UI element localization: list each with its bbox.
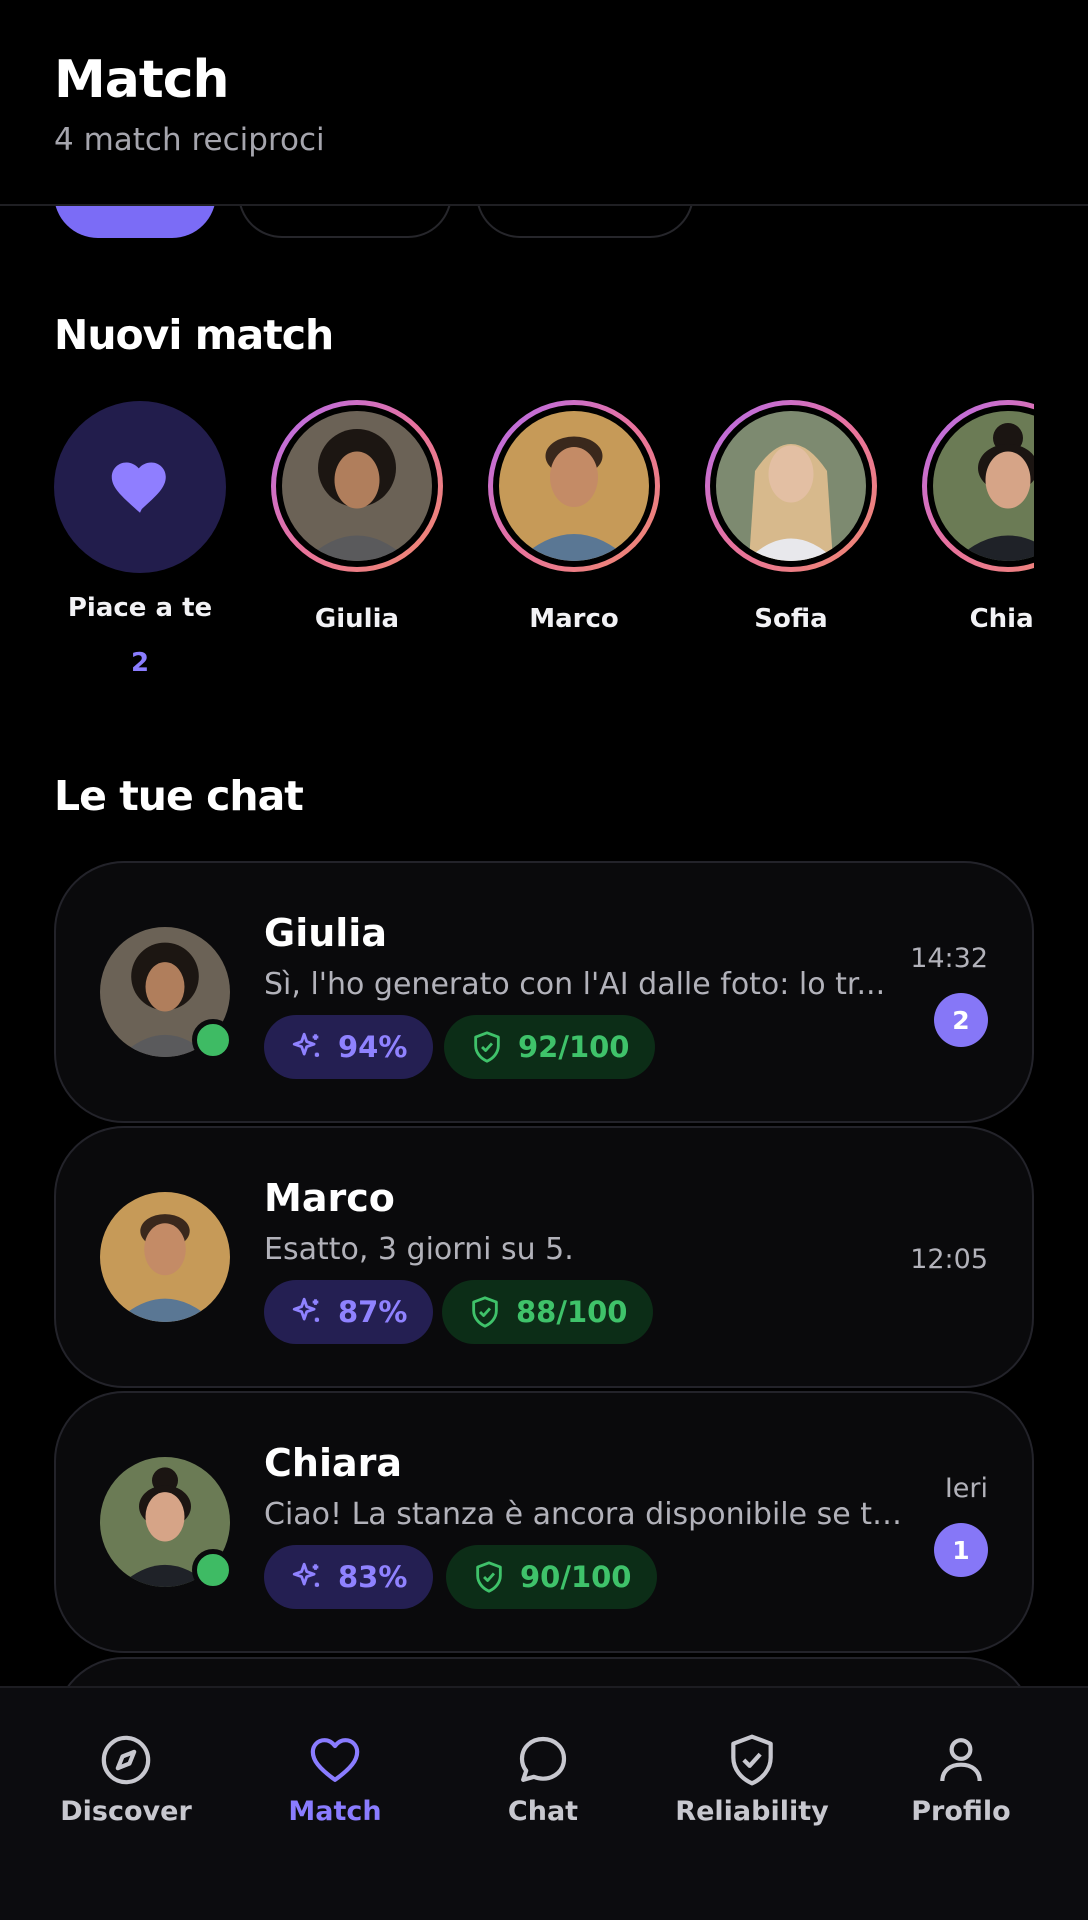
unread-badge: 1 [934,1523,988,1577]
reliability-value: 90/100 [520,1560,632,1594]
chat-time: 14:32 [910,943,988,974]
chat-last-message: Sì, l'ho generato con l'AI dalle foto: l… [264,967,886,1002]
nav-label: Reliability [675,1796,829,1827]
nav-label: Chat [507,1796,579,1827]
nav-profile[interactable]: Profilo [861,1732,1061,1827]
chat-time: Ieri [944,1473,988,1504]
ai-compatibility-value: 83% [338,1560,408,1594]
nav-label: Match [288,1796,382,1827]
sparkle-icon [292,1032,320,1057]
ai-compatibility-chip: 87% [264,1280,434,1344]
new-match-avatar[interactable] [488,400,660,572]
ai-compatibility-value: 94% [338,1030,408,1064]
sparkle-icon [292,1297,320,1322]
chat-last-message: Esatto, 3 giorni su 5. [264,1232,574,1267]
chat-name: Chiara [264,1441,402,1485]
heart-icon [111,462,166,513]
likes-you-label: Piace a te [67,593,213,623]
ai-compatibility-value: 87% [338,1295,408,1329]
reliability-value: 88/100 [516,1295,628,1329]
shield-check-icon [731,1734,773,1786]
chat-name: Giulia [264,911,387,955]
chats-title: Le tue chat [54,772,304,820]
new-match-avatar[interactable] [271,400,443,572]
nav-reliability[interactable]: Reliability [652,1732,852,1827]
unread-badge: 2 [934,993,988,1047]
match-count-subtitle: 4 match reciproci [54,122,325,158]
nav-label: Profilo [911,1796,1011,1827]
likes-you-count: 2 [130,648,150,678]
user-icon [940,1738,982,1782]
bottom-nav: Discover Match Chat Reliability Profilo [0,1686,1088,1920]
shield-check-icon [474,1031,500,1063]
ai-compatibility-chip: 83% [264,1545,434,1609]
new-matches-carousel[interactable]: Piace a te 2 Giulia Marco Sofia Chia [54,396,1034,696]
new-match-avatar[interactable] [922,400,1034,572]
online-indicator [192,1019,234,1061]
chat-time: 12:05 [910,1244,988,1275]
chat-bubble-icon [519,1736,567,1782]
new-match-name: Marco [529,604,619,634]
chat-name: Marco [264,1176,395,1220]
nav-label: Discover [60,1796,192,1827]
sparkle-icon [292,1562,320,1587]
likes-you-button[interactable] [54,401,226,573]
match-screen: Match 4 match reciproci Nuovi match Piac… [0,0,1088,1920]
new-match-name: Giulia [314,604,400,634]
nav-discover[interactable]: Discover [26,1732,226,1827]
chat-card[interactable]: Marco Esatto, 3 giorni su 5. 87% 88/100 … [54,1126,1034,1388]
heart-icon [310,1738,360,1782]
compass-icon [101,1735,151,1785]
chat-last-message: Ciao! La stanza è ancora disponibile se … [264,1497,904,1532]
reliability-value: 92/100 [518,1030,630,1064]
nav-match[interactable]: Match [235,1732,435,1827]
avatar [282,411,432,561]
shield-check-icon [472,1296,498,1328]
chat-card[interactable]: Chiara Ciao! La stanza è ancora disponib… [54,1391,1034,1653]
nav-chat[interactable]: Chat [443,1732,643,1827]
reliability-chip: 92/100 [444,1015,656,1079]
avatar [716,411,866,561]
chat-card[interactable]: Giulia Sì, l'ho generato con l'AI dalle … [54,861,1034,1123]
avatar [933,411,1034,561]
new-matches-title: Nuovi match [54,311,334,359]
ai-compatibility-chip: 94% [264,1015,434,1079]
avatar [100,1192,230,1322]
page-header: Match 4 match reciproci [0,0,1088,206]
reliability-chip: 88/100 [442,1280,654,1344]
reliability-chip: 90/100 [446,1545,658,1609]
new-match-name: Sofia [754,604,828,634]
new-match-name: Chiar [969,604,1034,634]
avatar [499,411,649,561]
new-match-avatar[interactable] [705,400,877,572]
page-title: Match [54,50,230,110]
online-indicator [192,1549,234,1591]
shield-check-icon [476,1561,502,1593]
